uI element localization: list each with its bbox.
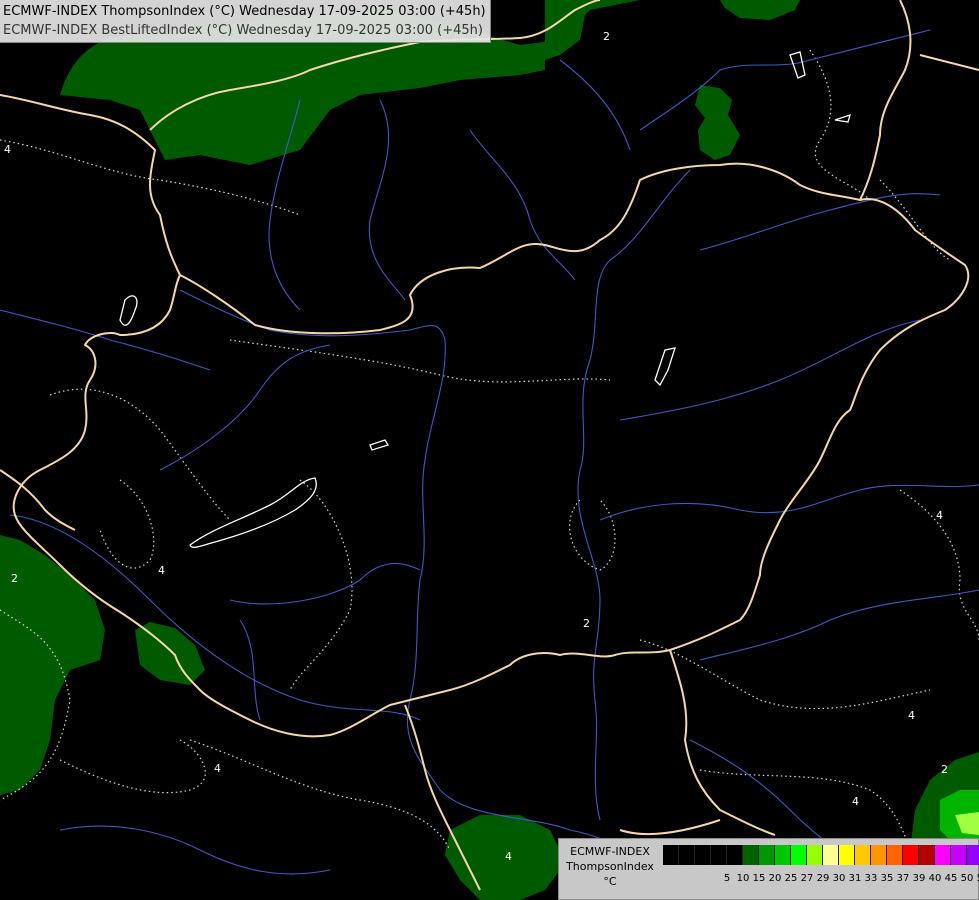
legend-tick: 20 — [768, 873, 782, 884]
legend-swatch — [759, 845, 775, 865]
contour-label: 2 — [603, 30, 610, 43]
map-title-thompson: ECMWF-INDEX ThompsonIndex (°C) Wednesday… — [3, 4, 486, 19]
legend-tick: 30 — [832, 873, 846, 884]
legend-swatch — [871, 845, 887, 865]
legend-tick: 33 — [864, 873, 878, 884]
legend-tick: 15 — [752, 873, 766, 884]
legend-swatch — [711, 845, 727, 865]
legend-tick: 29 — [816, 873, 830, 884]
legend-tick: 5 — [723, 873, 731, 884]
legend-swatch — [727, 845, 743, 865]
legend-swatch — [823, 845, 839, 865]
legend-swatch — [679, 845, 695, 865]
legend-swatch — [935, 845, 951, 865]
legend-tick: 45 — [944, 873, 958, 884]
contour-label: 4 — [214, 762, 221, 775]
legend-swatch — [663, 845, 679, 865]
legend-swatch — [791, 845, 807, 865]
contour-label: 2 — [11, 572, 18, 585]
legend-tick: 37 — [896, 873, 910, 884]
legend-swatch — [695, 845, 711, 865]
color-legend: ECMWF-INDEX ThompsonIndex °C 5 10 15 20 25 27… — [558, 838, 979, 900]
legend-tick: 31 — [848, 873, 862, 884]
legend-swatch — [775, 845, 791, 865]
contour-label: 4 — [908, 709, 915, 722]
contour-label: 4 — [158, 564, 165, 577]
legend-parameter: ThompsonIndex — [566, 860, 654, 873]
legend-unit: °C — [603, 875, 617, 888]
legend-swatch — [855, 845, 871, 865]
contour-label: 4 — [852, 795, 859, 808]
contour-label: 4 — [505, 850, 512, 863]
legend-tick: 50 — [960, 873, 974, 884]
legend-swatch — [919, 845, 935, 865]
legend-tick: 40 — [928, 873, 942, 884]
legend-swatches — [663, 845, 979, 865]
contour-label: 2 — [583, 617, 590, 630]
legend-swatch — [903, 845, 919, 865]
legend-swatch — [807, 845, 823, 865]
legend-swatch — [967, 845, 979, 865]
contour-label: 4 — [4, 143, 11, 156]
map-title-bestlifted: ECMWF-INDEX BestLiftedIndex (°C) Wednesd… — [3, 23, 483, 38]
legend-tick: 55 — [975, 873, 979, 884]
legend-label: ECMWF-INDEX ThompsonIndex °C — [561, 844, 659, 889]
legend-tick: 25 — [784, 873, 798, 884]
legend-ticks: 51015202527293031333537394045505560 — [719, 873, 979, 884]
legend-tick: 10 — [736, 873, 750, 884]
legend-swatch — [887, 845, 903, 865]
map-background — [0, 0, 979, 900]
legend-model: ECMWF-INDEX — [570, 845, 650, 858]
legend-swatch — [743, 845, 759, 865]
legend-tick: 35 — [880, 873, 894, 884]
legend-swatch — [839, 845, 855, 865]
legend-swatch — [951, 845, 967, 865]
contour-label: 2 — [941, 763, 948, 776]
contour-label: 4 — [936, 509, 943, 522]
legend-tick: 27 — [800, 873, 814, 884]
map-title-box: ECMWF-INDEX ThompsonIndex (°C) Wednesday… — [0, 0, 491, 43]
legend-tick: 39 — [912, 873, 926, 884]
weather-map: 2 4 4 2 4 2 4 4 4 2 4 — [0, 0, 979, 900]
